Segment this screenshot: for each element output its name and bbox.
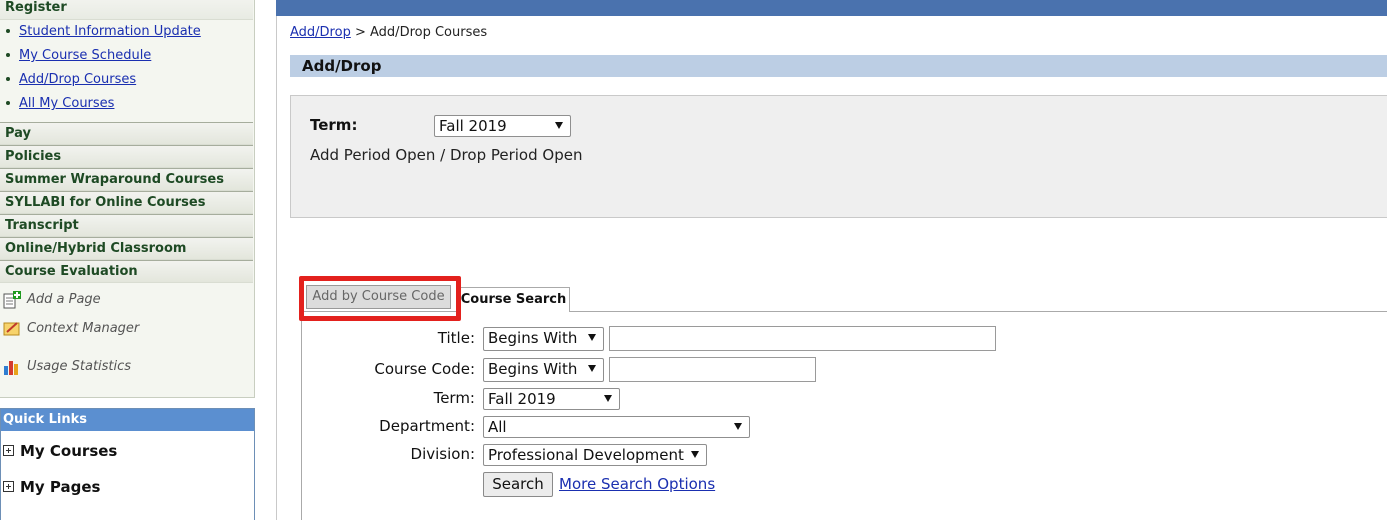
highlight-annotation xyxy=(299,276,461,321)
course-code-match-value: Begins With xyxy=(488,360,578,378)
expand-icon[interactable] xyxy=(3,444,14,456)
breadcrumb-current: Add/Drop Courses xyxy=(370,25,488,40)
all-my-courses-link[interactable]: All My Courses xyxy=(19,96,114,111)
sidebar-section-policies[interactable]: Policies xyxy=(0,145,253,168)
add-drop-courses-link[interactable]: Add/Drop Courses xyxy=(19,72,136,87)
chevron-down-icon xyxy=(588,365,596,372)
search-term-value: Fall 2019 xyxy=(488,390,556,408)
sidebar-section-course-evaluation[interactable]: Course Evaluation xyxy=(0,260,253,283)
add-a-page-label: Add a Page xyxy=(27,292,101,307)
usage-statistics-label: Usage Statistics xyxy=(27,359,132,374)
student-info-update-link[interactable]: Student Information Update xyxy=(19,24,201,39)
sidebar-header-register[interactable]: Register xyxy=(0,0,253,20)
quick-link-label: My Pages xyxy=(20,478,101,496)
search-term-label: Term: xyxy=(433,389,475,407)
term-panel: Term: Fall 2019 Add Period Open / Drop P… xyxy=(290,95,1387,218)
quick-link-my-courses[interactable]: My Courses xyxy=(3,441,117,461)
division-value: Professional Development xyxy=(488,446,684,464)
tab-course-search[interactable]: Course Search xyxy=(457,287,570,312)
chevron-down-icon xyxy=(734,423,742,430)
term-select-value: Fall 2019 xyxy=(439,117,507,135)
quick-links-panel: Quick Links My Courses My Pages xyxy=(0,408,255,520)
context-manager-label: Context Manager xyxy=(27,321,140,336)
department-label: Department: xyxy=(379,417,475,435)
my-course-schedule-link[interactable]: My Course Schedule xyxy=(19,48,151,63)
title-input[interactable] xyxy=(609,326,996,351)
quick-link-my-pages[interactable]: My Pages xyxy=(3,477,100,497)
title-match-value: Begins With xyxy=(488,329,578,347)
add-a-page-tool[interactable]: Add a Page xyxy=(3,289,101,311)
add-page-icon xyxy=(3,290,21,309)
breadcrumb-add-drop-link[interactable]: Add/Drop xyxy=(290,25,351,40)
expand-icon[interactable] xyxy=(3,480,14,492)
course-code-match-select[interactable]: Begins With xyxy=(483,358,604,382)
title-match-select[interactable]: Begins With xyxy=(483,327,604,351)
chevron-down-icon xyxy=(691,451,699,458)
breadcrumb: Add/Drop > Add/Drop Courses xyxy=(290,25,487,40)
quick-link-label: My Courses xyxy=(20,442,118,460)
sidebar-section-online-hybrid[interactable]: Online/Hybrid Classroom xyxy=(0,237,253,260)
sidebar-section-syllabi[interactable]: SYLLABI for Online Courses xyxy=(0,191,253,214)
course-code-input[interactable] xyxy=(609,357,816,382)
main-divider xyxy=(276,16,277,520)
bullet xyxy=(6,76,10,81)
term-select[interactable]: Fall 2019 xyxy=(434,115,571,137)
left-sidebar: Register Student Information Update My C… xyxy=(0,0,255,520)
list-item: Student Information Update xyxy=(6,20,201,44)
breadcrumb-separator: > xyxy=(354,25,366,40)
tab-panel-border xyxy=(301,311,302,520)
chevron-down-icon xyxy=(555,122,563,129)
sidebar-section-pay[interactable]: Pay xyxy=(0,122,253,145)
division-select[interactable]: Professional Development xyxy=(483,444,707,466)
list-item: My Course Schedule xyxy=(6,44,201,68)
context-manager-icon xyxy=(3,320,21,338)
context-manager-tool[interactable]: Context Manager xyxy=(3,318,139,340)
chevron-down-icon xyxy=(604,395,612,402)
list-item: All My Courses xyxy=(6,92,201,116)
chevron-down-icon xyxy=(588,334,596,341)
term-label: Term: xyxy=(310,116,358,134)
title-label: Title: xyxy=(437,329,475,347)
sidebar-section-summer-wraparound[interactable]: Summer Wraparound Courses xyxy=(0,168,253,191)
search-term-select[interactable]: Fall 2019 xyxy=(483,388,620,410)
register-links-list: Student Information Update My Course Sch… xyxy=(6,20,201,116)
search-button[interactable]: Search xyxy=(483,472,553,497)
bullet xyxy=(6,52,10,57)
more-search-options-link[interactable]: More Search Options xyxy=(559,475,715,493)
list-item: Add/Drop Courses xyxy=(6,68,201,92)
sidebar-section-transcript[interactable]: Transcript xyxy=(0,214,253,237)
bar-chart-icon xyxy=(3,358,21,376)
department-value: All xyxy=(488,418,507,436)
period-status: Add Period Open / Drop Period Open xyxy=(310,146,583,164)
usage-statistics-tool[interactable]: Usage Statistics xyxy=(3,356,131,378)
department-select[interactable]: All xyxy=(483,416,750,438)
page-title: Add/Drop xyxy=(290,55,1387,77)
division-label: Division: xyxy=(410,445,475,463)
sidebar-menu-panel: Register Student Information Update My C… xyxy=(0,0,255,398)
bullet xyxy=(6,100,10,105)
quick-links-header: Quick Links xyxy=(1,409,254,431)
top-banner xyxy=(276,0,1387,16)
bullet xyxy=(6,28,10,33)
course-code-label: Course Code: xyxy=(374,360,475,378)
